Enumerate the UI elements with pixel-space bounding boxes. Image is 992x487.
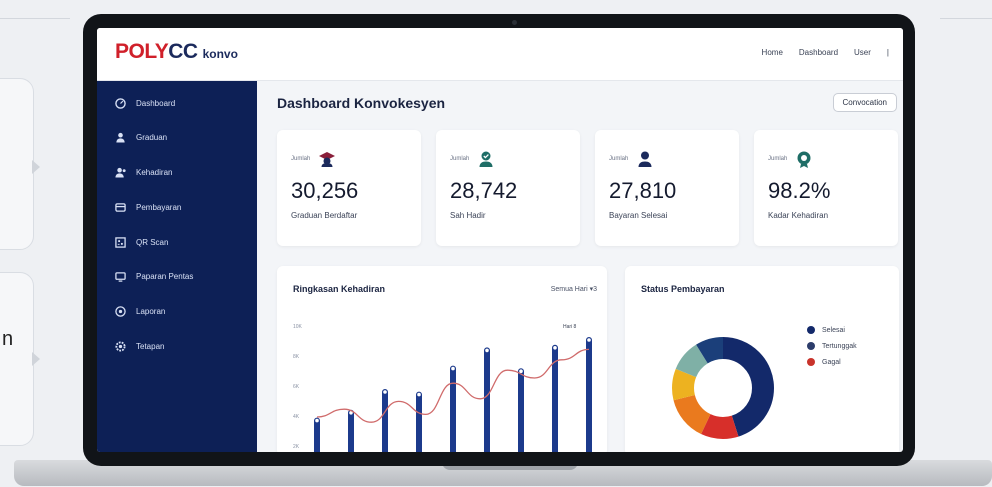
bar xyxy=(586,339,592,452)
stat-label: Jumlah xyxy=(609,156,629,162)
logo-part2: CC xyxy=(168,40,198,63)
background-card xyxy=(0,272,34,446)
dashboard-icon xyxy=(115,97,126,109)
stat-value: 30,256 xyxy=(291,178,359,203)
stat-value: 27,810 xyxy=(609,178,677,203)
graduate-icon xyxy=(116,132,125,143)
sidebar-item-paparan-pentas[interactable]: Paparan Pentas xyxy=(115,268,193,284)
stat-label: Jumlah xyxy=(768,156,788,162)
logo-sub: konvo xyxy=(202,47,238,61)
legend-item: Gagal xyxy=(807,358,857,366)
stat-label: Jumlah xyxy=(450,156,470,162)
legend-label: Tertunggak xyxy=(822,342,857,350)
convocation-button[interactable]: Convocation xyxy=(832,93,897,112)
bar xyxy=(450,367,456,452)
legend-dot xyxy=(807,326,815,334)
payment-legend: Selesai Tertunggak Gagal xyxy=(807,326,857,374)
check-person-icon xyxy=(479,151,493,167)
stat-card-bayaran: Jumlah 27,810 Bayaran Selesai xyxy=(595,130,739,246)
payment-panel: Status Pembayaran Selesai Tertunggak Gag… xyxy=(625,266,899,452)
bar-point xyxy=(313,417,320,424)
bar xyxy=(484,349,490,452)
sidebar-item-label: Paparan Pentas xyxy=(136,271,194,281)
legend-item: Tertunggak xyxy=(807,342,857,350)
sidebar-item-label: Dashboard xyxy=(136,98,176,108)
sidebar-item-label: Kehadiran xyxy=(136,167,173,177)
topbar: POLYCC konvo Home Dashboard User | xyxy=(97,28,903,81)
legend-label: Gagal xyxy=(822,358,841,366)
sidebar-item-qr-scan[interactable]: QR Scan xyxy=(115,234,168,250)
legend-label: Selesai xyxy=(822,326,845,334)
background-divider xyxy=(940,18,992,19)
attendance-icon xyxy=(115,167,126,178)
background-card xyxy=(0,78,34,250)
sidebar-item-label: Laporan xyxy=(136,306,166,316)
bar-point xyxy=(416,391,423,398)
stat-card-graduan: Jumlah 30,256 Graduan Berdaftar xyxy=(277,130,421,246)
legend-dot xyxy=(807,342,815,350)
sidebar-item-pembayaran[interactable]: Pembayaran xyxy=(115,199,181,215)
legend-dot xyxy=(807,358,815,366)
bar-point xyxy=(450,365,457,372)
stat-value: 28,742 xyxy=(450,178,518,203)
camera-icon xyxy=(512,20,517,25)
graduate-cap-icon xyxy=(319,152,336,167)
top-nav: Home Dashboard User | xyxy=(762,48,889,57)
background-text: n xyxy=(2,328,14,350)
stat-caption: Bayaran Selesai xyxy=(609,211,668,220)
logo-part1: POLY xyxy=(115,40,169,63)
stat-caption: Sah Hadir xyxy=(450,211,486,220)
stat-value: 98.2% xyxy=(768,178,831,203)
nav-dashboard[interactable]: Dashboard xyxy=(799,48,838,57)
legend-item: Selesai xyxy=(807,326,857,334)
bar-point xyxy=(552,344,559,351)
nav-separator: | xyxy=(886,48,889,57)
bar-point xyxy=(484,347,491,354)
sidebar-item-laporan[interactable]: Laporan xyxy=(115,303,165,319)
qr-icon xyxy=(115,236,126,248)
bar-point xyxy=(381,388,388,395)
stat-label: Jumlah xyxy=(291,156,311,162)
background-divider xyxy=(0,18,70,19)
sidebar-item-label: QR Scan xyxy=(136,237,169,247)
bar xyxy=(348,411,354,452)
app-screen: POLYCC konvo Home Dashboard User | Dashbo… xyxy=(97,28,903,452)
sidebar-item-kehadiran[interactable]: Kehadiran xyxy=(115,164,172,180)
bar xyxy=(518,370,524,452)
bar xyxy=(416,393,422,452)
sidebar-item-tetapan[interactable]: Tetapan xyxy=(115,338,164,354)
report-icon xyxy=(115,305,126,317)
sidebar-item-graduan[interactable]: Graduan xyxy=(115,129,167,145)
sidebar-item-label: Tetapan xyxy=(136,341,165,351)
stat-caption: Graduan Berdaftar xyxy=(291,211,358,220)
bar xyxy=(314,419,320,452)
sidebar-item-label: Graduan xyxy=(136,132,168,142)
sidebar: Dashboard Graduan Kehadiran Pembayaran Q… xyxy=(97,81,257,452)
sidebar-item-dashboard[interactable]: Dashboard xyxy=(115,95,175,111)
bar xyxy=(382,391,388,452)
stat-card-hadir: Jumlah 28,742 Sah Hadir xyxy=(436,130,580,246)
sidebar-item-label: Pembayaran xyxy=(136,202,182,212)
app-logo[interactable]: POLYCC konvo xyxy=(115,40,238,64)
stat-caption: Kadar Kehadiran xyxy=(768,211,829,220)
attendance-panel: Ringkasan Kehadiran Semua Hari ▾3 10K 8K… xyxy=(277,266,607,452)
attendance-bar-chart xyxy=(313,336,593,452)
bar-point xyxy=(586,336,593,343)
nav-home[interactable]: Home xyxy=(762,48,783,57)
payment-title: Status Pembayaran xyxy=(641,284,725,294)
rate-icon xyxy=(797,151,811,168)
nav-user[interactable]: User xyxy=(854,48,871,57)
settings-icon xyxy=(115,340,126,352)
background-arrow-icon xyxy=(32,352,42,366)
background-arrow-icon xyxy=(32,160,42,174)
payment-person-icon xyxy=(638,151,652,167)
stage-icon xyxy=(115,271,126,282)
page-title: Dashboard Konvokesyen xyxy=(277,95,446,111)
stat-card-kadar: Jumlah 98.2% Kadar Kehadiran xyxy=(754,130,898,246)
payment-icon xyxy=(115,202,126,212)
payment-donut-chart xyxy=(672,337,774,439)
